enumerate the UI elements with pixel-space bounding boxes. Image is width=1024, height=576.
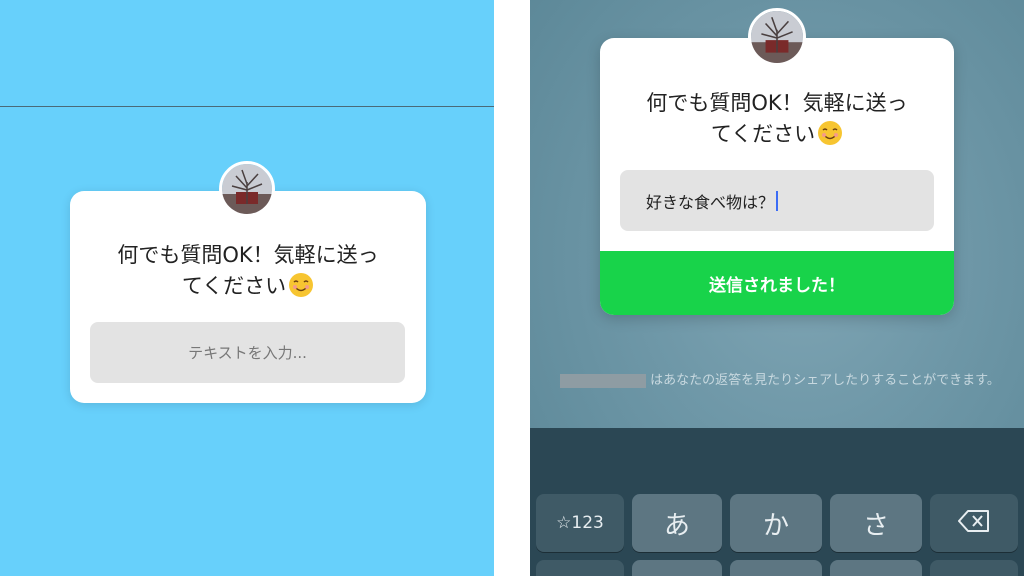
answer-input[interactable]: テキストを入力... — [90, 322, 405, 383]
key-ka[interactable]: か — [730, 494, 822, 552]
guide-line — [0, 106, 494, 107]
question-line-2: てください — [600, 119, 954, 150]
right-story-screen: 何でも質問OK！気軽に送っ てください 好きな食べ物は？ 送信されました！ はあ… — [530, 0, 1024, 576]
key-symbols[interactable]: ☆123 — [536, 494, 624, 552]
left-story-screen: 何でも質問OK！気軽に送っ てください テキストを入力... — [0, 0, 494, 576]
smile-emoji-icon — [286, 273, 314, 298]
question-line-1: 何でも質問OK！気軽に送っ — [117, 243, 379, 267]
key-symbols-label: ☆123 — [556, 513, 604, 533]
key-a[interactable]: あ — [632, 494, 722, 552]
notice-text: はあなたの返答を見たりシェアしたりすることができます。 — [650, 373, 1000, 388]
key-row2-1[interactable] — [536, 560, 624, 576]
sent-confirmation-button[interactable]: 送信されました！ — [600, 251, 954, 315]
smile-emoji-icon — [815, 121, 843, 146]
key-sa[interactable]: さ — [830, 494, 922, 552]
key-row2-2[interactable] — [632, 560, 722, 576]
privacy-notice: はあなたの返答を見たりシェアしたりすることができます。 — [560, 372, 1000, 390]
question-line-2-text: てください — [181, 274, 287, 298]
key-a-label: あ — [663, 510, 690, 541]
key-sa-label: さ — [862, 510, 889, 541]
avatar — [748, 8, 806, 66]
sent-label: 送信されました！ — [709, 275, 845, 296]
key-delete[interactable] — [930, 494, 1018, 552]
key-row2-3[interactable] — [730, 560, 822, 576]
question-text: 何でも質問OK！気軽に送っ てください — [70, 240, 426, 302]
answer-input[interactable]: 好きな食べ物は？ — [620, 170, 934, 231]
question-line-2: てください — [70, 271, 426, 302]
keyboard: ☆123 あ か さ — [530, 428, 1024, 576]
backspace-icon — [958, 509, 990, 537]
redacted-username — [560, 373, 647, 388]
question-line-1: 何でも質問OK！気軽に送っ — [646, 91, 908, 115]
avatar — [219, 161, 275, 217]
question-line-2-text: てください — [710, 122, 816, 146]
key-row2-4[interactable] — [830, 560, 922, 576]
text-caret — [776, 190, 779, 211]
answer-input-placeholder: テキストを入力... — [188, 344, 307, 362]
question-text: 何でも質問OK！気軽に送っ てください — [600, 88, 954, 150]
key-row2-5[interactable] — [930, 560, 1018, 576]
key-ka-label: か — [762, 510, 789, 541]
answer-text: 好きな食べ物は？ — [646, 192, 775, 212]
